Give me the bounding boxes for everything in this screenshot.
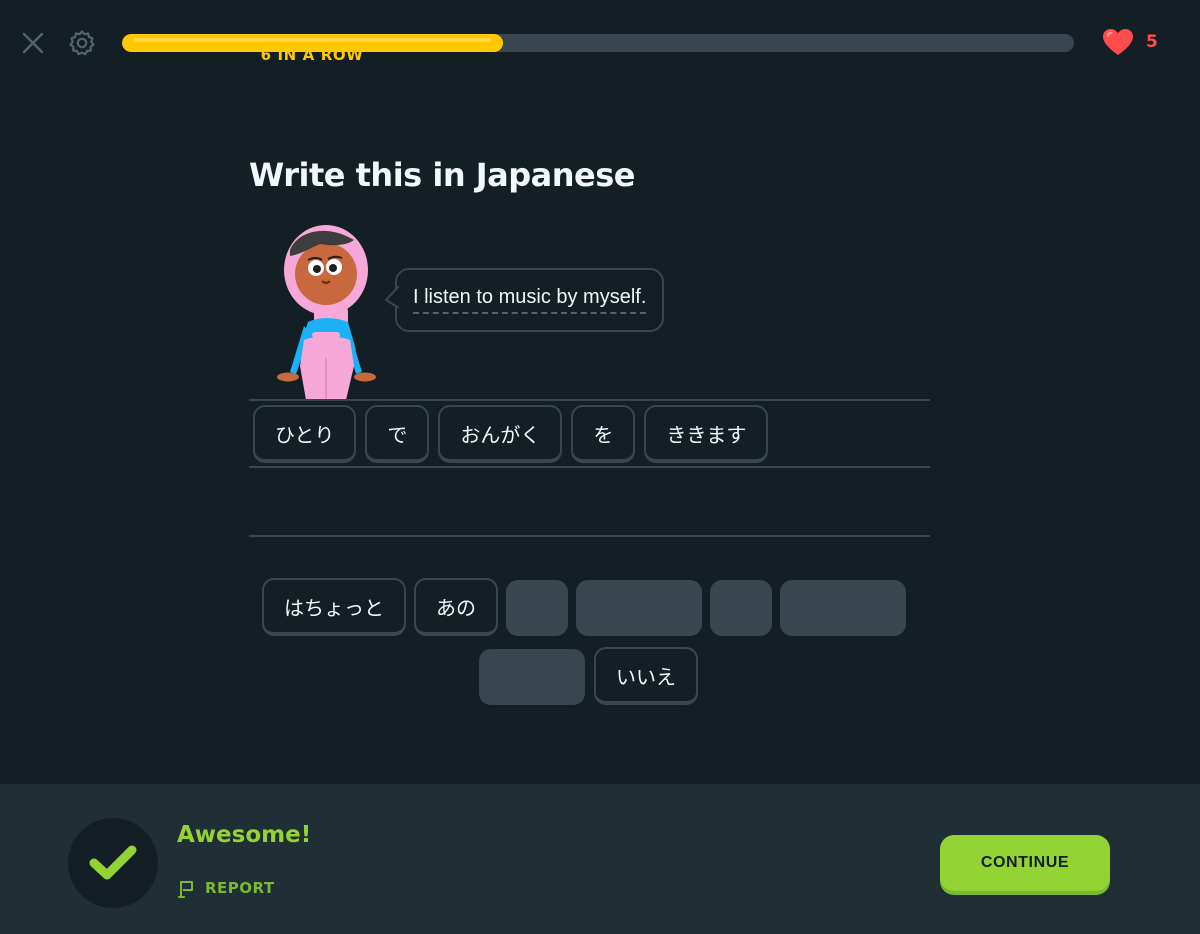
word-bank-tile[interactable]: はちょっと [262, 578, 406, 636]
answer-line-bottom [249, 535, 930, 537]
checkmark-icon [89, 845, 137, 880]
lesson-progress-bar: 6 IN A ROW [122, 34, 1074, 64]
flag-icon [178, 881, 193, 898]
close-icon[interactable] [18, 28, 48, 58]
hearts-counter: 5 [1102, 28, 1158, 56]
exercise-title: Write this in Japanese [249, 156, 635, 194]
answer-tile[interactable]: ききます [644, 405, 769, 463]
continue-button[interactable]: CONTINUE [940, 835, 1110, 891]
word-bank-empty-slot [780, 580, 906, 636]
word-bank-empty-slot [479, 649, 585, 705]
answer-tile[interactable]: おんがく [438, 405, 563, 463]
answer-tile[interactable]: を [571, 405, 636, 463]
word-bank-empty-slot [506, 580, 568, 636]
heart-icon [1103, 29, 1133, 55]
hearts-count: 5 [1146, 32, 1158, 52]
gear-icon[interactable] [66, 27, 98, 59]
bubble-tail [385, 286, 399, 308]
speech-bubble: I listen to music by myself. [385, 268, 665, 332]
answer-line-middle [249, 466, 930, 468]
word-bank-empty-slot [576, 580, 702, 636]
word-bank-tile[interactable]: あの [414, 578, 498, 636]
word-bank-empty-slot [710, 580, 772, 636]
answer-tile[interactable]: で [365, 405, 430, 463]
answer-tiles: ひとりでおんがくをききます [253, 405, 769, 463]
word-bank-tile[interactable]: いいえ [594, 647, 698, 705]
character-illustration [277, 225, 376, 400]
prompt-sentence[interactable]: I listen to music by myself. [413, 286, 647, 314]
word-bank-row-1: はちょっと あの [262, 578, 906, 636]
answer-line-top [249, 399, 930, 401]
word-bank-row-2: いいえ [479, 647, 698, 705]
report-label: REPORT [205, 879, 275, 897]
feedback-title: Awesome! [177, 822, 312, 848]
streak-label: 6 IN A ROW [260, 46, 364, 64]
success-badge [68, 818, 158, 908]
lesson-screen: 6 IN A ROW 5 Write this in Japanese I li… [0, 0, 1200, 934]
answer-tile[interactable]: ひとり [253, 405, 357, 463]
report-button[interactable]: REPORT [177, 878, 275, 898]
